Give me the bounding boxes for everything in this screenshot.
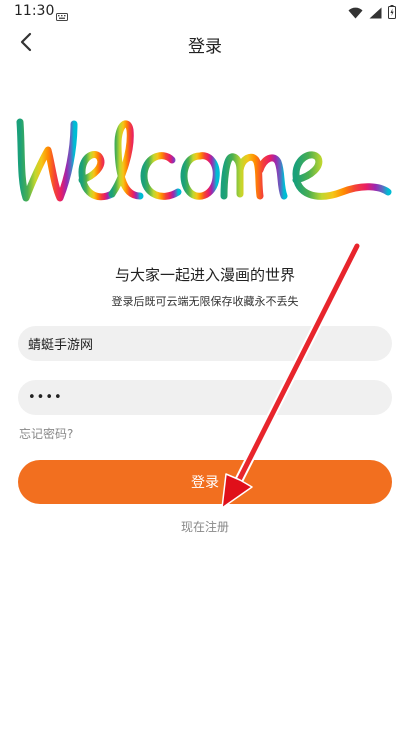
status-bar: 11:30 xyxy=(0,0,410,24)
page-title: 登录 xyxy=(188,37,222,57)
login-button[interactable]: 登录 xyxy=(18,460,392,504)
forgot-password-link[interactable]: 忘记密码? xyxy=(19,425,73,442)
status-time: 11:30 xyxy=(14,3,55,19)
signal-icon xyxy=(369,4,382,23)
status-icons xyxy=(348,4,396,23)
username-input[interactable] xyxy=(18,326,392,361)
password-input[interactable] xyxy=(18,380,392,415)
register-link[interactable]: 现在注册 xyxy=(0,518,410,535)
subline: 登录后既可云端无限保存收藏永不丢失 xyxy=(111,295,299,308)
keyboard-icon xyxy=(56,6,68,25)
wifi-icon xyxy=(348,4,363,23)
nav-bar: 登录 xyxy=(0,24,410,64)
welcome-logo xyxy=(16,118,392,202)
tagline: 与大家一起进入漫画的世界 xyxy=(114,266,295,284)
battery-icon xyxy=(388,4,396,23)
